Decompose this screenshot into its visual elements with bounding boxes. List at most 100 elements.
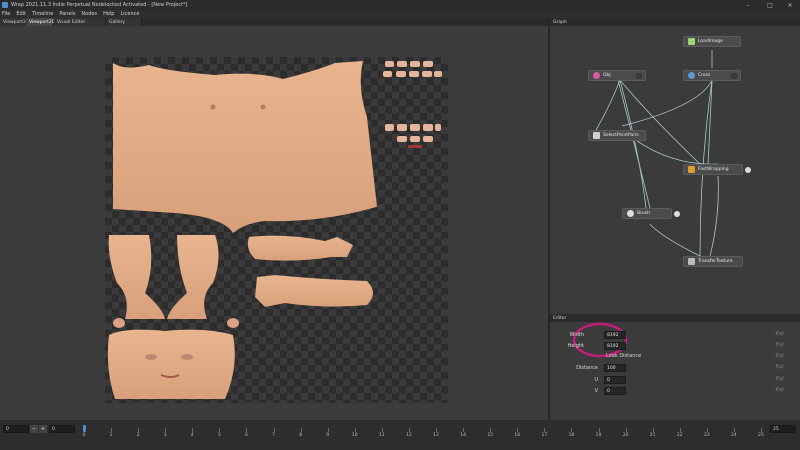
viewport-2d[interactable]: [0, 26, 548, 420]
editor-panel-title: Editor: [553, 315, 567, 321]
timeline-tick-label: 24: [731, 433, 737, 438]
node-fastwrapping[interactable]: FastWrapping: [683, 164, 751, 175]
node-label: Brush: [637, 211, 650, 216]
node-loadimage[interactable]: LoadImage: [683, 36, 741, 47]
plus-button[interactable]: +: [39, 425, 47, 433]
height-input[interactable]: 8192: [604, 342, 626, 350]
timeline-tick-label: 19: [595, 433, 602, 438]
playhead-marker[interactable]: [83, 425, 86, 432]
maximize-button[interactable]: □: [762, 0, 778, 10]
node-preview-toggle[interactable]: [636, 73, 642, 79]
timeline-tick: [111, 428, 113, 432]
menu-timeline[interactable]: Timeline: [32, 11, 53, 17]
distance-input[interactable]: 100: [604, 364, 626, 372]
timeline-tick: [327, 428, 329, 432]
menu-bar: File Edit Timeline Panels Nodes Help Lic…: [0, 10, 800, 18]
minus-button[interactable]: −: [30, 425, 38, 433]
timeline-tick-label: 22: [676, 433, 683, 438]
timeline-tick-label: 16: [514, 433, 521, 438]
timeline-tick-label: 2: [136, 433, 140, 438]
node-obj[interactable]: Obj: [588, 70, 646, 81]
timeline-tick: [571, 428, 573, 432]
menu-help[interactable]: Help: [103, 11, 114, 17]
timeline-tick: [652, 428, 654, 432]
width-label: Width: [569, 332, 584, 338]
graph-panel-title: Graph: [553, 19, 567, 25]
texture-canvas[interactable]: [105, 57, 448, 403]
brush-icon: [627, 210, 634, 217]
node-label: FastWrapping: [698, 167, 729, 172]
timeline-tick: [408, 428, 410, 432]
expression-icon[interactable]: f(x): [775, 387, 784, 393]
timeline-tick: [544, 428, 546, 432]
timeline-tick: [598, 428, 600, 432]
node-graph[interactable]: LoadImage Obj Cross SelectPointPairs Fas…: [550, 26, 800, 313]
tab-gallery[interactable]: Gallery: [106, 18, 142, 26]
timeline-tick-label: 18: [568, 433, 575, 438]
timeline-tick: [490, 428, 492, 432]
wrap-icon: [688, 166, 695, 173]
graph-panel-header: Graph: [550, 18, 800, 26]
v-input[interactable]: 0: [604, 387, 626, 395]
timeline-ruler[interactable]: 0 1 2 3 4 5 6 7 8 9 10 11 12 13 14 15 16 17 18 19 20 21 22 23 24…: [83, 425, 766, 439]
timeline-end-input[interactable]: 25: [770, 425, 796, 433]
timeline-tick: [733, 428, 735, 432]
expression-icon[interactable]: f(x): [775, 342, 784, 348]
leak-distance-label: Leak Distance: [606, 353, 642, 359]
tab-viewport3d[interactable]: Viewport3D: [0, 18, 29, 26]
window-title: Wrap 2021.11.3 Indie Perpetual Nodelocke…: [11, 2, 188, 8]
editor-panel-header: Editor: [550, 314, 800, 322]
node-label: Cross: [698, 73, 711, 78]
timeline-tick: [219, 428, 221, 432]
expression-icon[interactable]: f(x): [775, 353, 784, 359]
timeline-bar: 0 − + 0 0 1 2 3 4 5 6 7 8 9 10 11 12 13 14 15 16 17 18 19 20…: [0, 420, 800, 450]
node-cross[interactable]: Cross: [683, 70, 741, 81]
timeline-tick-label: 23: [703, 433, 710, 438]
timeline-tick-label: 21: [649, 433, 656, 438]
menu-edit[interactable]: Edit: [16, 11, 26, 17]
minimize-button[interactable]: –: [740, 0, 756, 10]
timeline-tick-label: 17: [541, 433, 548, 438]
viewport-tabs: Viewport3D Viewport2D Visual Editor Gall…: [0, 18, 548, 26]
timeline-start-input[interactable]: 0: [3, 425, 29, 433]
expression-icon[interactable]: f(x): [775, 376, 784, 382]
title-bar: Wrap 2021.11.3 Indie Perpetual Nodelocke…: [0, 0, 800, 10]
timeline-tick-label: 8: [299, 433, 303, 438]
timeline-tick: [300, 428, 302, 432]
mesh-icon: [593, 72, 600, 79]
tab-visual-editor[interactable]: Visual Editor: [54, 18, 106, 26]
app-icon: [2, 2, 8, 8]
timeline-tick-label: 20: [622, 433, 629, 438]
menu-panels[interactable]: Panels: [59, 11, 75, 17]
lightbulb-icon[interactable]: [745, 167, 751, 173]
lightbulb-icon[interactable]: [674, 211, 680, 217]
u-input[interactable]: 0: [604, 376, 626, 384]
close-button[interactable]: ✕: [782, 0, 798, 10]
timeline-tick: [436, 428, 438, 432]
menu-licence[interactable]: Licence: [120, 11, 139, 17]
timeline-tick: [463, 428, 465, 432]
timeline-tick-label: 10: [351, 433, 358, 438]
node-label: LoadImage: [698, 39, 723, 44]
node-transfertexture[interactable]: TransferTexture: [683, 256, 743, 267]
tab-viewport2d[interactable]: Viewport2D: [26, 18, 55, 26]
expression-icon[interactable]: f(x): [775, 364, 784, 370]
node-preview-toggle[interactable]: [731, 73, 737, 79]
property-editor: Width 8192 Height 8192 Leak Distance Dis…: [550, 322, 800, 420]
timeline-tick: [273, 428, 275, 432]
menu-nodes[interactable]: Nodes: [81, 11, 97, 17]
node-brush[interactable]: Brush: [622, 208, 680, 219]
menu-file[interactable]: File: [2, 11, 10, 17]
timeline-tick-label: 4: [190, 433, 194, 438]
node-label: TransferTexture: [698, 259, 733, 264]
node-label: SelectPointPairs: [603, 133, 639, 138]
image-icon: [688, 38, 695, 45]
timeline-current-input[interactable]: 0: [49, 425, 75, 433]
node-selectpointpairs[interactable]: SelectPointPairs: [588, 130, 646, 141]
expression-icon[interactable]: f(x): [775, 331, 784, 337]
width-input[interactable]: 8192: [604, 331, 626, 339]
tab-label: Gallery: [109, 19, 126, 25]
timeline-tick-label: 15: [487, 433, 494, 438]
timeline-tick: [517, 428, 519, 432]
timeline-tick: [354, 428, 356, 432]
